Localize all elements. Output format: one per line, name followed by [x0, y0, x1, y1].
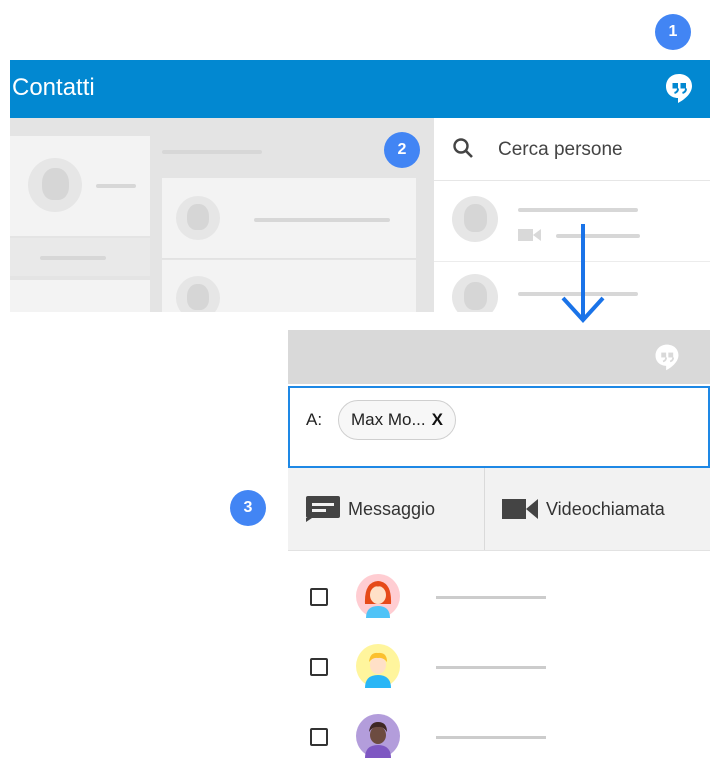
placeholder-avatar-icon	[176, 196, 220, 240]
compose-panel: A: Max Mo... X Messaggio Videochiamata	[288, 330, 710, 758]
placeholder-videocam-icon	[518, 229, 541, 241]
app-title: Contatti	[12, 74, 95, 101]
step-badge-3: 3	[230, 490, 266, 526]
contact-checkbox[interactable]	[310, 588, 328, 606]
red-hair-avatar-icon	[356, 574, 400, 618]
placeholder-line	[40, 256, 106, 260]
recipient-name: Max Mo...	[351, 410, 426, 429]
down-arrow-icon	[561, 224, 605, 323]
to-label: A:	[306, 410, 323, 429]
message-icon	[306, 496, 340, 522]
compose-header	[288, 330, 710, 384]
search-bar[interactable]: Cerca persone	[434, 118, 710, 181]
placeholder-line	[518, 208, 638, 212]
contact-name-placeholder	[436, 736, 546, 739]
hangouts-icon[interactable]	[652, 342, 682, 372]
hangouts-icon[interactable]	[662, 71, 696, 105]
placeholder-line	[162, 150, 262, 154]
placeholder-avatar-icon	[176, 276, 220, 312]
message-label: Messaggio	[348, 498, 436, 519]
contact-row[interactable]	[288, 570, 710, 626]
search-input[interactable]: Cerca persone	[498, 139, 623, 161]
step-badge-1: 1	[655, 14, 691, 50]
search-icon	[453, 138, 473, 158]
action-bar: Messaggio Videochiamata	[288, 468, 710, 551]
contact-checkbox[interactable]	[310, 658, 328, 676]
placeholder-avatar-icon	[452, 196, 498, 242]
step-badge-2: 2	[384, 132, 420, 168]
video-call-label: Videochiamata	[546, 498, 665, 519]
dark-skin-avatar-icon	[356, 714, 400, 758]
message-button[interactable]: Messaggio	[306, 468, 435, 550]
remove-recipient-button[interactable]: X	[432, 410, 443, 430]
action-divider	[484, 468, 485, 550]
placeholder-line	[254, 218, 390, 222]
recipient-chip[interactable]: Max Mo... X	[338, 400, 456, 440]
video-call-button[interactable]: Videochiamata	[502, 468, 665, 550]
blond-avatar-icon	[356, 644, 400, 688]
videocam-icon	[502, 499, 538, 519]
placeholder-line	[96, 184, 136, 188]
contact-row[interactable]	[288, 640, 710, 696]
contact-checkbox[interactable]	[310, 728, 328, 746]
recipient-field[interactable]: A: Max Mo... X	[288, 386, 710, 468]
placeholder-avatar-icon	[28, 158, 82, 212]
placeholder-avatar-icon	[452, 274, 498, 312]
contact-name-placeholder	[436, 666, 546, 669]
app-bar: Contatti	[10, 60, 710, 118]
contact-name-placeholder	[436, 596, 546, 599]
contact-card	[10, 280, 150, 312]
